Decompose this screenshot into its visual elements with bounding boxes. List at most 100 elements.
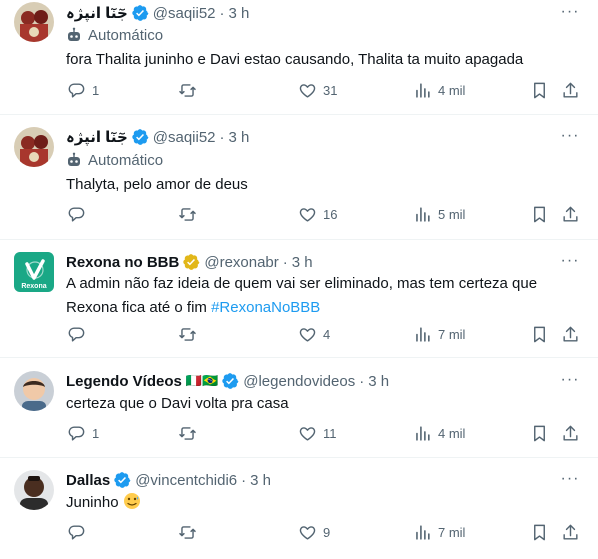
avatar[interactable] [14,371,54,411]
timestamp[interactable]: 3 h [292,254,313,271]
tweet[interactable]: جٓنٓا انپژہ @saqii52 · 3 h ··· Automátic… [0,0,598,115]
user-handle[interactable]: @rexonabr [204,254,278,271]
tweet[interactable]: Legendo Vídeos 🇮🇹🇧🇷 @legendovideos · 3 h… [0,358,598,458]
tweet-text-body: Juninho [66,494,119,511]
share-button[interactable] [561,205,580,224]
reply-button[interactable] [67,325,92,344]
timestamp[interactable]: 3 h [368,373,389,390]
tweet-text: certeza que o Davi volta pra casa [66,395,289,412]
automated-label: Automático [66,25,163,45]
like-count: 31 [323,83,338,98]
reply-button[interactable] [67,523,92,542]
bookmark-button[interactable] [530,325,549,344]
retweet-button[interactable] [178,523,203,542]
tweet-text: A admin não faz ideia de quem vai ser el… [66,272,566,320]
like-count: 11 [323,426,337,441]
bookmark-button[interactable] [530,523,549,542]
action-bar: 9 7 mil [0,523,598,547]
grimacing-smile-emoji-icon [123,492,141,510]
views-button[interactable]: 5 mil [413,205,465,224]
bookmark-icon [534,206,545,223]
share-icon [563,425,578,441]
bookmark-icon [534,524,545,541]
reply-button[interactable]: 1 [67,424,99,443]
views-icon [416,83,430,98]
display-name[interactable]: جٓنٓا انپژہ [66,128,128,146]
like-button[interactable]: 4 [298,325,330,344]
reply-icon [68,525,85,540]
like-button[interactable]: 9 [298,523,330,542]
reply-icon [68,207,85,222]
timestamp[interactable]: 3 h [229,5,250,22]
bookmark-button[interactable] [530,81,549,100]
display-name[interactable]: Dallas [66,472,110,489]
bookmark-button[interactable] [530,424,549,443]
display-name[interactable]: Legendo Vídeos [66,373,182,390]
separator-dot: · [359,372,365,390]
retweet-button[interactable] [178,325,203,344]
more-icon[interactable]: ··· [558,469,582,489]
bookmark-button[interactable] [530,205,549,224]
display-name[interactable]: جٓنٓا انپژہ [66,4,128,22]
views-count: 7 mil [438,525,466,540]
timestamp[interactable]: 3 h [250,472,271,489]
tweet-header: جٓنٓا انپژہ @saqii52 · 3 h [66,126,249,148]
user-handle[interactable]: @vincentchidi6 [135,472,237,489]
like-icon [299,328,316,342]
more-icon[interactable]: ··· [558,2,582,22]
tweet[interactable]: جٓنٓا انپژہ @saqii52 · 3 h ··· Automátic… [0,115,598,240]
views-icon [416,426,430,441]
more-icon[interactable]: ··· [558,251,582,271]
retweet-button[interactable] [178,81,203,100]
timestamp[interactable]: 3 h [229,129,250,146]
tweet[interactable]: Dallas @vincentchidi6 · 3 h ··· Juninho … [0,458,598,559]
hashtag-link[interactable]: #RexonaNoBBB [211,299,320,316]
tweet[interactable]: Rexona Rexona no BBB @rexonabr · 3 h ···… [0,240,598,358]
more-icon[interactable]: ··· [558,370,582,390]
retweet-icon [179,427,196,440]
reply-icon [68,327,85,342]
like-count: 9 [323,525,331,540]
like-icon [299,208,316,222]
views-icon [416,525,430,540]
like-button[interactable]: 11 [298,424,337,443]
views-button[interactable]: 7 mil [413,523,465,542]
retweet-button[interactable] [178,205,203,224]
share-button[interactable] [561,424,580,443]
share-button[interactable] [561,81,580,100]
reply-button[interactable]: 1 [67,81,99,100]
verified-badge-icon [221,372,239,390]
user-handle[interactable]: @saqii52 [153,129,216,146]
verified-badge-icon [131,128,149,146]
verified-badge-icon [131,4,149,22]
avatar[interactable]: Rexona [14,252,54,292]
views-count: 4 mil [438,426,466,441]
like-button[interactable]: 31 [298,81,337,100]
reply-button[interactable] [67,205,92,224]
separator-dot: · [282,253,288,271]
avatar[interactable] [14,470,54,510]
avatar[interactable] [14,127,54,167]
separator-dot: · [219,4,225,22]
views-button[interactable]: 4 mil [413,424,465,443]
views-button[interactable]: 7 mil [413,325,465,344]
tweet-text: Juninho [66,491,566,515]
views-button[interactable]: 4 mil [413,81,465,100]
verified-badge-icon [182,253,200,271]
avatar-brand-text: Rexona [21,283,46,290]
like-icon [299,526,316,540]
avatar[interactable] [14,2,54,42]
automated-label-text: Automático [88,26,164,44]
user-handle[interactable]: @legendovideos [243,373,355,390]
more-icon[interactable]: ··· [558,126,582,146]
display-name[interactable]: Rexona no BBB [66,254,179,271]
tweet-header: Legendo Vídeos 🇮🇹🇧🇷 @legendovideos · 3 h [66,370,389,392]
action-bar: 1 11 4 mil [0,424,598,448]
share-button[interactable] [561,325,580,344]
user-handle[interactable]: @saqii52 [153,5,216,22]
retweet-button[interactable] [178,424,203,443]
tweet-header: Dallas @vincentchidi6 · 3 h [66,469,271,491]
reply-icon [68,83,85,98]
like-button[interactable]: 16 [298,205,337,224]
share-button[interactable] [561,523,580,542]
